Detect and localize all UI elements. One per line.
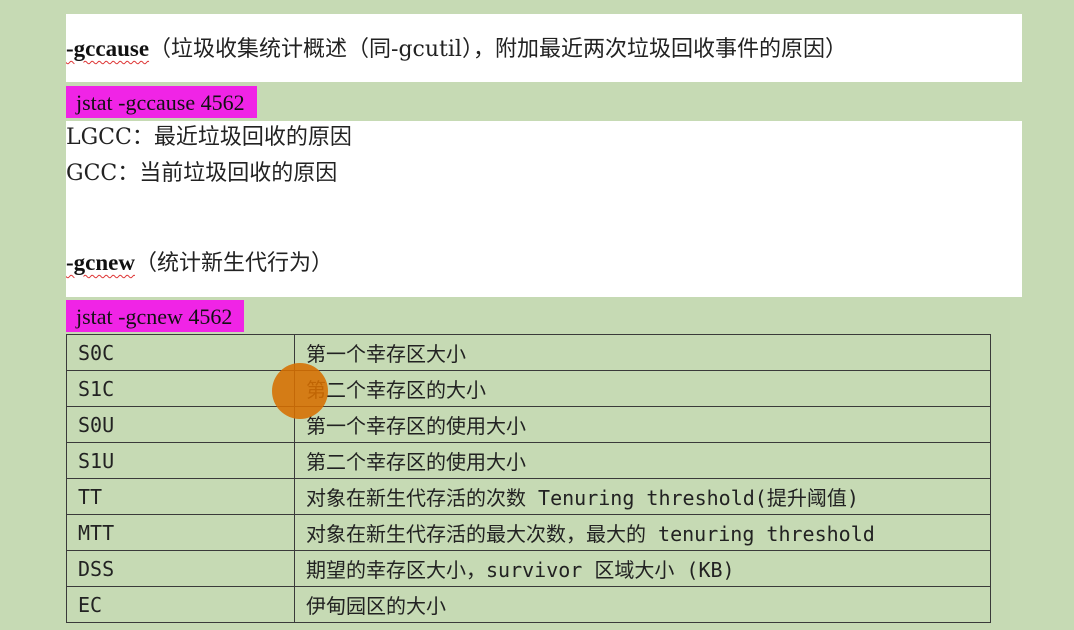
gcnew-command: jstat -gcnew 4562 — [66, 300, 245, 332]
table-cell-desc: 第二个幸存区的使用大小 — [294, 442, 991, 479]
table-cell-desc: 对象在新生代存活的最大次数，最大的 tenuring threshold — [294, 514, 991, 551]
table-row: DSS 期望的幸存区大小，survivor 区域大小 (KB) — [66, 550, 991, 587]
table-cell-desc: 对象在新生代存活的次数 Tenuring threshold(提升阈值) — [294, 478, 991, 515]
gccause-command: jstat -gccause 4562 — [66, 86, 257, 118]
table-cell-desc: 伊甸园区的大小 — [294, 586, 991, 623]
gcnew-description: （统计新生代行为） — [134, 251, 333, 276]
table-row: S1U 第二个幸存区的使用大小 — [66, 442, 991, 479]
table-row: S1C 第二个幸存区的大小 — [66, 370, 991, 407]
gccause-heading: -gccause（垃圾收集统计概述（同-gcutil），附加最近两次垃圾回收事件… — [66, 36, 847, 63]
gccause-option: -gccause — [66, 36, 150, 61]
table-cell-key: TT — [66, 478, 295, 515]
gcnew-heading: -gcnew（统计新生代行为） — [66, 250, 333, 277]
table-row: MTT 对象在新生代存活的最大次数，最大的 tenuring threshold — [66, 514, 991, 551]
table-cell-key: DSS — [66, 550, 295, 587]
document-page: -gccause（垃圾收集统计概述（同-gcutil），附加最近两次垃圾回收事件… — [0, 0, 1074, 630]
table-cell-key: S1C — [66, 370, 295, 407]
gcnew-option: -gcnew — [66, 250, 135, 275]
gcc-line: GCC：当前垃圾回收的原因 — [66, 161, 338, 186]
mouse-cursor-highlight — [272, 363, 328, 419]
table-row: S0C 第一个幸存区大小 — [66, 334, 991, 371]
table-cell-key: S1U — [66, 442, 295, 479]
table-cell-key: MTT — [66, 514, 295, 551]
table-row: S0U 第一个幸存区的使用大小 — [66, 406, 991, 443]
gccause-description: （垃圾收集统计概述（同-gcutil），附加最近两次垃圾回收事件的原因） — [149, 37, 847, 62]
table-cell-desc: 第一个幸存区的使用大小 — [294, 406, 991, 443]
table-cell-desc: 第二个幸存区的大小 — [294, 370, 991, 407]
table-cell-desc: 第一个幸存区大小 — [294, 334, 991, 371]
table-cell-key: S0U — [66, 406, 295, 443]
lgcc-line: LGCC：最近垃圾回收的原因 — [66, 125, 352, 150]
gcnew-columns-table: S0C 第一个幸存区大小 S1C 第二个幸存区的大小 S0U 第一个幸存区的使用… — [66, 334, 991, 623]
table-cell-key: EC — [66, 586, 295, 623]
table-cell-key: S0C — [66, 334, 295, 371]
table-row: EC 伊甸园区的大小 — [66, 586, 991, 623]
table-cell-desc: 期望的幸存区大小，survivor 区域大小 (KB) — [294, 550, 991, 587]
table-row: TT 对象在新生代存活的次数 Tenuring threshold(提升阈值) — [66, 478, 991, 515]
